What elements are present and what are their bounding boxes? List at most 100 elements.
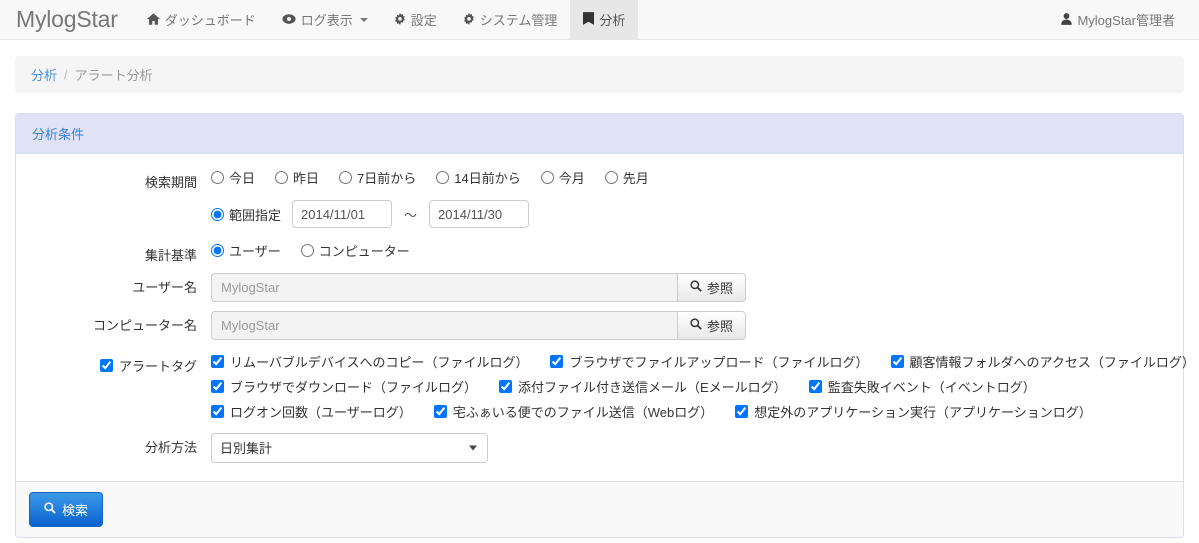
checkbox-label: 顧客情報フォルダへのアクセス（ファイルログ） (909, 355, 1195, 370)
label-spacer-date-range (26, 200, 211, 204)
alert-tag-row: ログオン回数（ユーザーログ） 宅ふぁいる便でのファイル送信（Webログ） 想定外… (211, 402, 1199, 421)
user-name-input[interactable] (211, 273, 677, 302)
analysis-method-controls: 日別集計 (211, 433, 1173, 463)
primary-nav: ダッシュボード ログ表示 設定 システム管理 分析 (134, 0, 639, 39)
checkbox-input[interactable] (499, 380, 513, 393)
nav-item-label: 設定 (410, 13, 437, 28)
nav-item-dashboard[interactable]: ダッシュボード (134, 0, 269, 39)
breadcrumb: 分析 / アラート分析 (15, 56, 1184, 93)
radio-period-this-month[interactable]: 今月 (540, 168, 585, 187)
search-icon (690, 318, 702, 333)
nav-item-user-menu[interactable]: MylogStar管理者 (1055, 10, 1181, 29)
date-from-input[interactable] (292, 200, 393, 228)
radio-input-computer[interactable] (300, 244, 314, 257)
user-name-browse-button[interactable]: 参照 (676, 273, 746, 302)
checkbox-audit-failure-event[interactable]: 監査失敗イベント（イベントログ） (808, 377, 1036, 396)
label-computer-name: コンピューター名 (92, 318, 197, 333)
nav-item-analysis[interactable]: 分析 (570, 0, 639, 39)
radio-period-range[interactable]: 範囲指定 (211, 205, 281, 224)
nav-item-label: 分析 (599, 13, 626, 28)
checkbox-logon-count[interactable]: ログオン回数（ユーザーログ） (211, 402, 412, 421)
nav-item-system-admin[interactable]: システム管理 (450, 0, 571, 39)
nav-item-settings[interactable]: 設定 (381, 0, 450, 39)
brand-logo[interactable]: MylogStar (0, 0, 134, 39)
search-period-options: 今日 昨日 7日前から 14日前から 今月 先月 (211, 168, 1173, 187)
alert-tag-row: ブラウザでダウンロード（ファイルログ） 添付ファイル付き送信メール（Eメールログ… (211, 377, 1199, 396)
radio-input-yesterday[interactable] (275, 171, 289, 184)
label-alert-tag-cell: アラートタグ (26, 349, 211, 375)
radio-label: 昨日 (293, 171, 320, 186)
nav-item-log-view[interactable]: ログ表示 (269, 0, 381, 39)
date-to-input[interactable] (429, 200, 530, 228)
analysis-method-select-wrap: 日別集計 (211, 433, 488, 463)
radio-label: 14日前から (454, 171, 521, 186)
checkbox-label: 監査失敗イベント（イベントログ） (827, 380, 1036, 395)
radio-input-today[interactable] (211, 171, 224, 184)
breadcrumb-separator: / (64, 67, 68, 82)
form-row-search-period: 検索期間 今日 昨日 7日前から 14日前から 今月 先月 (26, 168, 1173, 191)
computer-name-input[interactable] (211, 311, 677, 340)
gear-icon (463, 12, 475, 27)
computer-name-browse-button[interactable]: 参照 (676, 311, 746, 340)
alert-tag-row: リムーバブルデバイスへのコピー（ファイルログ） ブラウザでファイルアップロード（… (211, 352, 1199, 371)
button-label: 参照 (706, 319, 733, 334)
radio-input-7days[interactable] (339, 171, 353, 184)
computer-name-input-group: 参照 (211, 311, 746, 340)
radio-basis-computer[interactable]: コンピューター (300, 241, 410, 260)
date-range-separator: 〜 (404, 207, 418, 223)
checkbox-input[interactable] (211, 355, 224, 368)
radio-input-range[interactable] (211, 207, 224, 221)
form-row-analysis-method: 分析方法 日別集計 (26, 433, 1173, 463)
breadcrumb-container: 分析 / アラート分析 (0, 40, 1199, 93)
checkbox-input[interactable] (211, 405, 224, 418)
label-user-name: ユーザー名 (132, 280, 197, 295)
checkbox-input[interactable] (211, 380, 224, 393)
radio-period-last-month[interactable]: 先月 (604, 168, 649, 187)
checkbox-label: ブラウザでファイルアップロード（ファイルログ） (569, 355, 869, 370)
radio-period-yesterday[interactable]: 昨日 (275, 168, 319, 187)
form-row-aggregate-basis: 集計基準 ユーザー コンピューター (26, 241, 1173, 264)
checkbox-removable-device-copy[interactable]: リムーバブルデバイスへのコピー（ファイルログ） (211, 352, 528, 371)
radio-basis-user[interactable]: ユーザー (211, 241, 281, 260)
checkbox-browser-file-upload[interactable]: ブラウザでファイルアップロード（ファイルログ） (550, 352, 869, 371)
checkbox-alert-tag-all[interactable]: アラートタグ (99, 353, 197, 375)
radio-period-14days[interactable]: 14日前から (436, 168, 521, 187)
alert-tag-grid: リムーバブルデバイスへのコピー（ファイルログ） ブラウザでファイルアップロード（… (211, 349, 1199, 421)
nav-item-label: ログ表示 (300, 13, 353, 28)
checkbox-browser-download[interactable]: ブラウザでダウンロード（ファイルログ） (211, 377, 477, 396)
checkbox-unexpected-app-execution[interactable]: 想定外のアプリケーション実行（アプリケーションログ） (735, 402, 1092, 421)
label-aggregate-basis: 集計基準 (144, 248, 197, 263)
checkbox-label: ログオン回数（ユーザーログ） (230, 405, 412, 420)
analysis-method-select[interactable]: 日別集計 (211, 433, 488, 463)
checkbox-takufile-send[interactable]: 宅ふぁいる便でのファイル送信（Webログ） (433, 402, 713, 421)
breadcrumb-root-link[interactable]: 分析 (31, 65, 57, 84)
radio-input-this-month[interactable] (540, 171, 554, 184)
radio-label: ユーザー (229, 244, 281, 259)
checkbox-input-alert-tag-all[interactable] (99, 359, 113, 372)
alert-tag-label: アラートタグ (118, 359, 197, 374)
book-icon (583, 12, 595, 27)
checkbox-email-with-attachment[interactable]: 添付ファイル付き送信メール（Eメールログ） (499, 377, 787, 396)
checkbox-input[interactable] (808, 380, 822, 393)
radio-input-last-month[interactable] (604, 171, 618, 184)
checkbox-input[interactable] (550, 355, 564, 368)
checkbox-input[interactable] (890, 355, 904, 368)
label-analysis-method: 分析方法 (144, 440, 197, 455)
radio-input-user[interactable] (211, 244, 224, 257)
navbar-right: MylogStar管理者 (1055, 0, 1199, 39)
computer-name-controls: 参照 (211, 311, 1173, 340)
panel-footer: 検索 (16, 481, 1183, 537)
search-button[interactable]: 検索 (29, 492, 104, 527)
radio-input-14days[interactable] (436, 171, 450, 184)
panel-title: 分析条件 (16, 114, 1183, 154)
checkbox-customer-folder-access[interactable]: 顧客情報フォルダへのアクセス（ファイルログ） (890, 352, 1195, 371)
checkbox-input[interactable] (433, 405, 447, 418)
gear-icon (394, 12, 406, 27)
form-row-computer-name: コンピューター名 参照 (26, 311, 1173, 340)
radio-period-7days[interactable]: 7日前から (339, 168, 416, 187)
user-icon (1061, 12, 1073, 27)
search-icon (44, 502, 56, 517)
checkbox-input[interactable] (735, 405, 749, 418)
user-name-controls: 参照 (211, 273, 1173, 302)
radio-period-today[interactable]: 今日 (211, 168, 255, 187)
